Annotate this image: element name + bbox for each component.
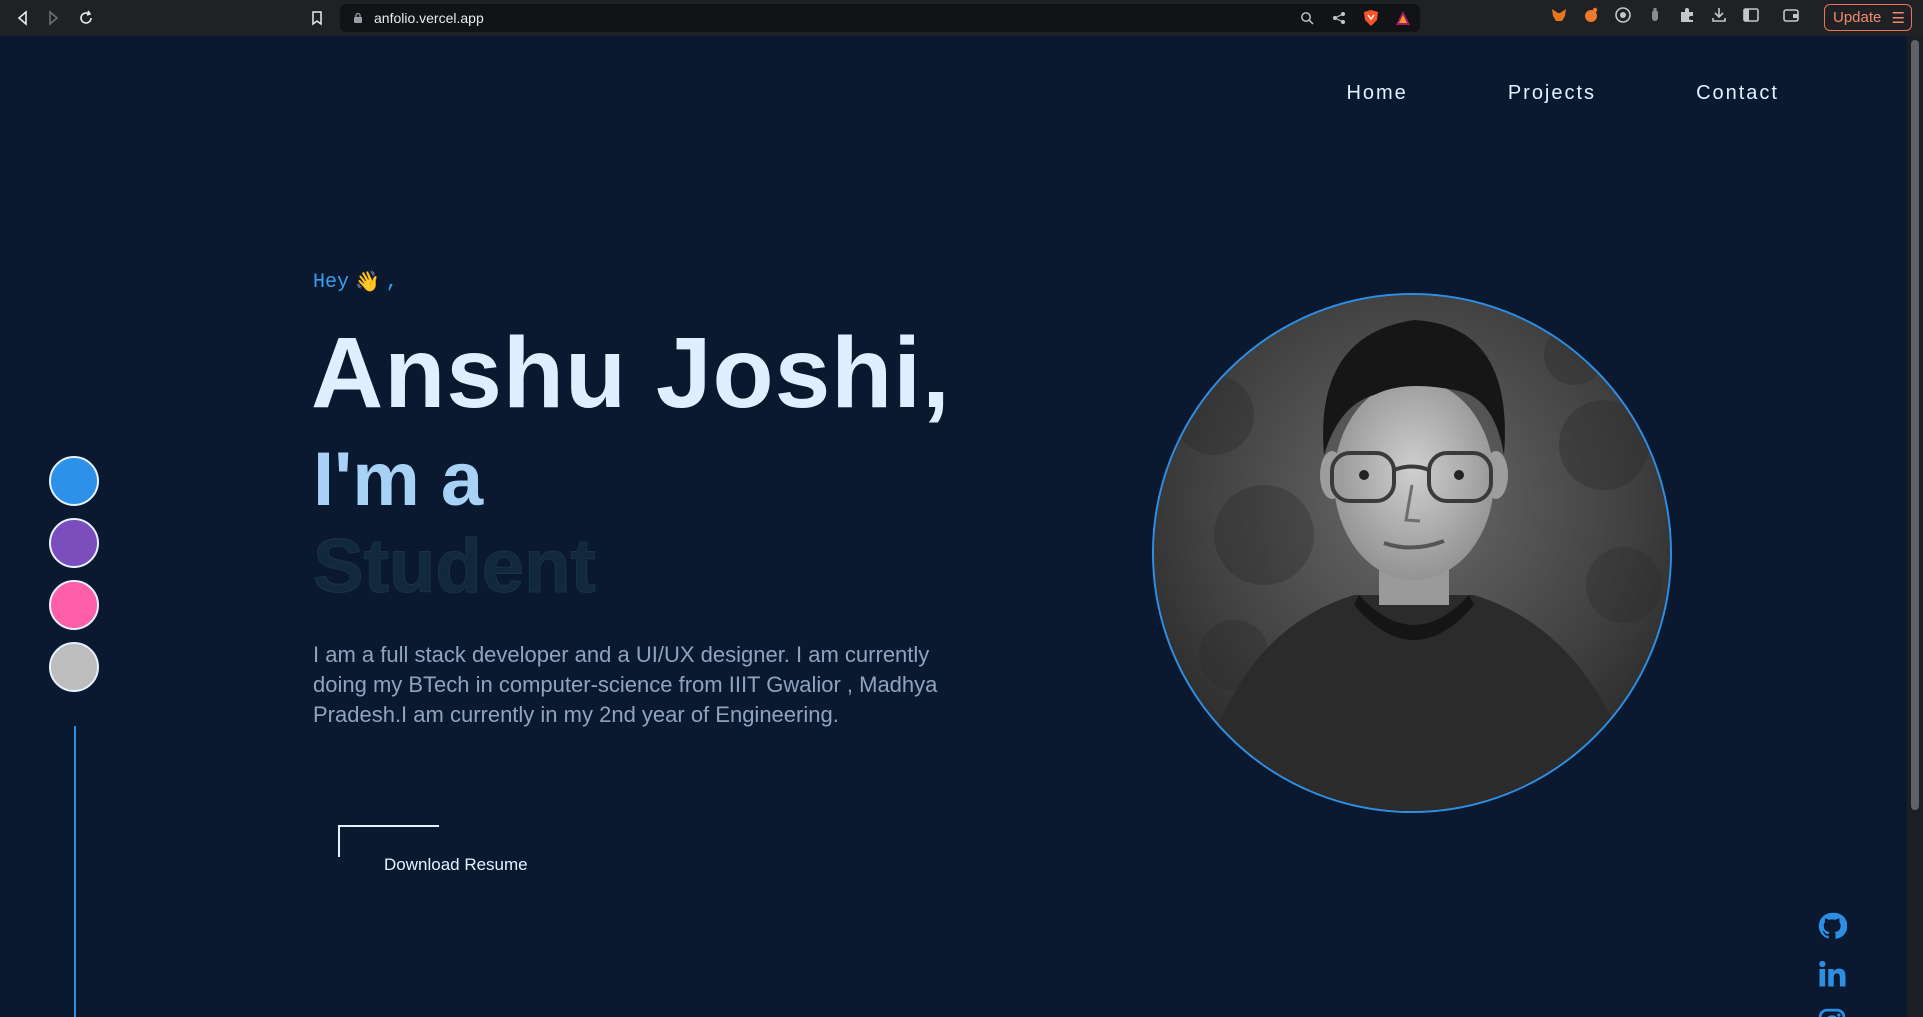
- download-resume-label: Download Resume: [384, 855, 528, 874]
- nav-home-link[interactable]: Home: [1346, 82, 1407, 105]
- zoom-icon[interactable]: [1298, 9, 1316, 27]
- hero-role: Student: [313, 524, 597, 610]
- greeting-text: Hey: [313, 270, 350, 294]
- profile-photo-image: [1154, 295, 1670, 811]
- bottle-extension-icon[interactable]: [1646, 6, 1664, 24]
- button-corner-left: [338, 825, 340, 857]
- decorative-vertical-line: [74, 726, 76, 1017]
- nav-projects-link[interactable]: Projects: [1508, 82, 1596, 105]
- url-text: anfolio.vercel.app: [374, 10, 484, 26]
- metamask-icon[interactable]: [1550, 6, 1568, 24]
- linkedin-icon[interactable]: [1817, 959, 1847, 989]
- theme-swatch-gray[interactable]: [49, 642, 99, 692]
- reload-icon: [80, 10, 92, 24]
- theme-swatch-blue[interactable]: [49, 456, 99, 506]
- forward-button[interactable]: [42, 7, 64, 29]
- instagram-icon[interactable]: [1817, 1007, 1847, 1017]
- update-label: Update: [1833, 9, 1882, 26]
- lock-icon: [354, 12, 362, 23]
- hero-bio: I am a full stack developer and a UI/UX …: [313, 642, 938, 727]
- button-corner-top: [338, 825, 439, 827]
- address-bar[interactable]: anfolio.vercel.app: [340, 4, 1420, 32]
- browser-toolbar: anfolio.vercel.app Update ☰: [0, 0, 1923, 36]
- theme-swatch-purple[interactable]: [49, 518, 99, 568]
- back-icon: [17, 10, 27, 26]
- sidebar-icon[interactable]: [1742, 6, 1760, 24]
- brave-rewards-icon[interactable]: [1394, 9, 1412, 27]
- reload-button[interactable]: [75, 7, 97, 29]
- social-links: [1817, 911, 1847, 1017]
- extension-icon[interactable]: [1582, 6, 1600, 24]
- update-button[interactable]: Update ☰: [1824, 4, 1912, 31]
- download-resume-button[interactable]: Download Resume: [338, 825, 548, 875]
- github-icon[interactable]: [1817, 911, 1847, 941]
- tracker-icon[interactable]: [1614, 6, 1632, 24]
- portfolio-page: Home Projects Contact Hey 👋 , Anshu Josh…: [0, 36, 1907, 1017]
- theme-color-picker: [49, 456, 99, 692]
- profile-photo: [1152, 293, 1672, 813]
- wallet-icon[interactable]: [1782, 6, 1800, 24]
- downloads-icon[interactable]: [1710, 6, 1728, 24]
- share-icon[interactable]: [1330, 9, 1348, 27]
- back-button[interactable]: [12, 7, 34, 29]
- hero-intro: I'm a: [313, 437, 484, 522]
- extensions-puzzle-icon[interactable]: [1678, 6, 1696, 24]
- nav-contact-link[interactable]: Contact: [1696, 82, 1779, 105]
- scrollbar-thumb[interactable]: [1911, 40, 1919, 810]
- brave-shield-icon[interactable]: [1362, 9, 1380, 27]
- waving-hand-icon: 👋: [355, 272, 380, 295]
- greeting-comma: ,: [385, 270, 398, 294]
- forward-icon: [49, 10, 59, 26]
- bookmark-icon[interactable]: [308, 9, 326, 27]
- top-navigation: Home Projects Contact: [1346, 82, 1779, 105]
- menu-icon: ☰: [1891, 9, 1905, 27]
- theme-swatch-pink[interactable]: [49, 580, 99, 630]
- greeting: Hey 👋 ,: [313, 269, 398, 296]
- hero-name: Anshu Joshi,: [311, 317, 951, 429]
- page-scrollbar[interactable]: [1907, 36, 1923, 1017]
